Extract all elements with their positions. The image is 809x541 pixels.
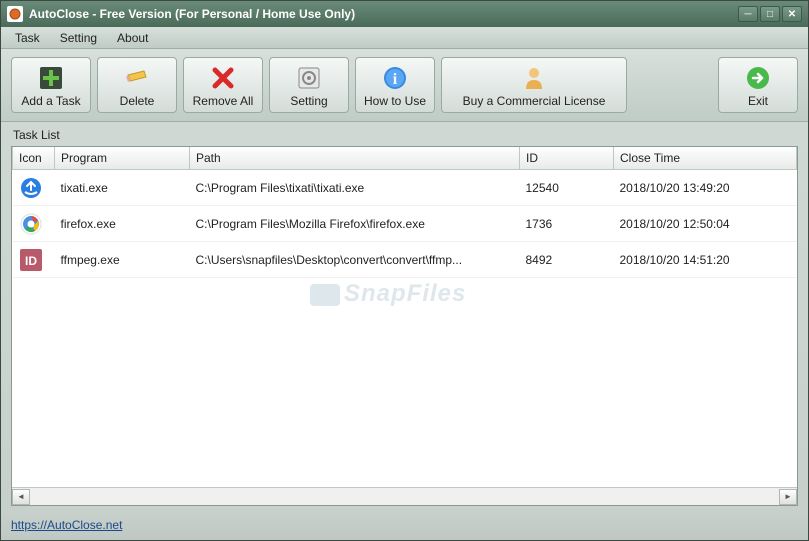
user-icon [520,64,548,92]
cell-path: C:\Users\snapfiles\Desktop\convert\conve… [190,242,520,278]
table-row[interactable]: firefox.exeC:\Program Files\Mozilla Fire… [13,206,797,242]
ffmpeg-icon: ID [19,248,43,272]
menu-setting[interactable]: Setting [50,29,107,47]
app-icon [7,6,23,22]
remove-all-button[interactable]: Remove All [183,57,263,113]
menubar: Task Setting About [1,27,808,49]
add-task-label: Add a Task [21,94,80,108]
cell-program: ffmpeg.exe [55,242,190,278]
maximize-button[interactable]: □ [760,6,780,22]
delete-button[interactable]: Delete [97,57,177,113]
delete-icon [123,64,151,92]
titlebar: AutoClose - Free Version (For Personal /… [1,1,808,27]
firefox-icon [19,212,43,236]
cell-program: tixati.exe [55,170,190,206]
exit-button[interactable]: Exit [718,57,798,113]
gear-icon [295,64,323,92]
tixati-icon [19,176,43,200]
scroll-left-button[interactable]: ◄ [12,489,30,505]
setting-label: Setting [290,94,327,108]
scroll-right-button[interactable]: ► [779,489,797,505]
app-window: AutoClose - Free Version (For Personal /… [0,0,809,541]
how-to-use-button[interactable]: i How to Use [355,57,435,113]
remove-all-icon [209,64,237,92]
info-icon: i [381,64,409,92]
table-scroll[interactable]: Icon Program Path ID Close Time tixati.e… [12,147,797,487]
cell-closetime: 2018/10/20 12:50:04 [614,206,797,242]
cell-icon [13,206,55,242]
buy-license-button[interactable]: Buy a Commercial License [441,57,627,113]
col-header-icon[interactable]: Icon [13,147,55,170]
remove-all-label: Remove All [193,94,254,108]
window-controls: ─ □ ✕ [738,6,802,22]
svg-text:ID: ID [25,254,37,268]
cell-closetime: 2018/10/20 14:51:20 [614,242,797,278]
cell-icon: ID [13,242,55,278]
menu-task[interactable]: Task [5,29,50,47]
table-row[interactable]: ID ffmpeg.exeC:\Users\snapfiles\Desktop\c… [13,242,797,278]
cell-program: firefox.exe [55,206,190,242]
col-header-path[interactable]: Path [190,147,520,170]
exit-label: Exit [748,94,768,108]
cell-path: C:\Program Files\Mozilla Firefox\firefox… [190,206,520,242]
cell-icon [13,170,55,206]
svg-text:i: i [393,71,398,88]
footer-link[interactable]: https://AutoClose.net [11,518,122,532]
scroll-track[interactable] [30,489,779,505]
delete-label: Delete [120,94,155,108]
cell-id: 1736 [520,206,614,242]
col-header-id[interactable]: ID [520,147,614,170]
menu-about[interactable]: About [107,29,158,47]
footer: https://AutoClose.net [1,512,808,540]
horizontal-scrollbar[interactable]: ◄ ► [12,487,797,505]
window-title: AutoClose - Free Version (For Personal /… [29,7,738,21]
add-task-button[interactable]: Add a Task [11,57,91,113]
setting-button[interactable]: Setting [269,57,349,113]
cell-id: 8492 [520,242,614,278]
table-row[interactable]: tixati.exeC:\Program Files\tixati\tixati… [13,170,797,206]
task-table: Icon Program Path ID Close Time tixati.e… [12,147,797,278]
task-table-container: Icon Program Path ID Close Time tixati.e… [11,146,798,506]
content-area: Task List Icon Program Path ID Close Tim… [1,122,808,512]
cell-closetime: 2018/10/20 13:49:20 [614,170,797,206]
close-button[interactable]: ✕ [782,6,802,22]
cell-id: 12540 [520,170,614,206]
tasklist-label: Task List [11,126,798,146]
toolbar: Add a Task Delete Remove All Setting i H… [1,49,808,122]
add-icon [37,64,65,92]
col-header-closetime[interactable]: Close Time [614,147,797,170]
exit-icon [744,64,772,92]
cell-path: C:\Program Files\tixati\tixati.exe [190,170,520,206]
col-header-program[interactable]: Program [55,147,190,170]
buy-license-label: Buy a Commercial License [463,94,606,108]
how-to-use-label: How to Use [364,94,426,108]
minimize-button[interactable]: ─ [738,6,758,22]
